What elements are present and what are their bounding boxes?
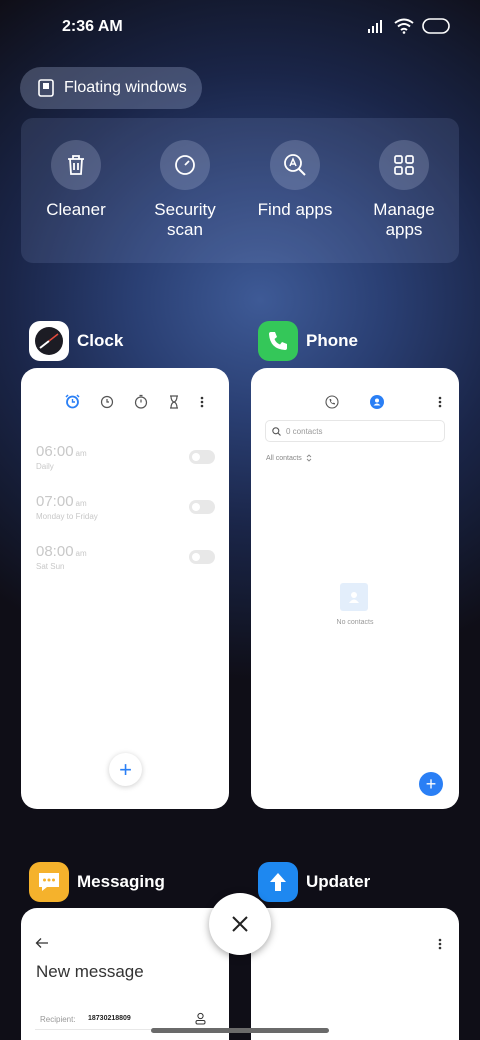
back-arrow-icon[interactable] <box>35 937 49 949</box>
phone-more-icon[interactable] <box>438 396 442 408</box>
alarm-time: 07:00 <box>36 493 74 510</box>
add-recipient-icon[interactable] <box>195 1012 206 1025</box>
phone-app-icon <box>258 321 298 361</box>
alarm-tab-icon[interactable] <box>65 394 80 409</box>
messaging-app-icon <box>29 862 69 902</box>
signal-icon <box>368 20 382 33</box>
floating-windows-button[interactable]: Floating windows <box>20 67 202 109</box>
clock-app-header[interactable]: Clock <box>29 321 123 361</box>
add-contact-button[interactable]: + <box>419 772 443 796</box>
alarm-repeat: Sat Sun <box>36 562 65 571</box>
contacts-search-placeholder: 0 contacts <box>286 426 323 436</box>
contacts-tab-icon[interactable] <box>370 395 384 409</box>
clear-all-button[interactable] <box>209 893 271 955</box>
quick-tools-panel: Cleaner Security scan Find apps Manage a… <box>21 118 459 263</box>
alarm-toggle[interactable] <box>189 500 215 514</box>
alarm-repeat: Daily <box>36 462 54 471</box>
updater-app-icon <box>258 862 298 902</box>
search-icon <box>272 426 281 436</box>
alarm-item[interactable]: 06:00 am Daily <box>36 443 87 471</box>
status-time: 2:36 AM <box>62 18 123 35</box>
updater-app-header[interactable]: Updater <box>258 862 370 902</box>
find-apps-label: Find apps <box>257 200 333 219</box>
clock-recent-card[interactable]: 06:00 am Daily 07:00 am Monday to Friday 0… <box>21 368 229 809</box>
stopwatch-tab-icon[interactable] <box>134 394 148 409</box>
contacts-filter-dropdown[interactable]: All contacts <box>266 454 312 462</box>
alarm-item[interactable]: 08:00 am Sat Sun <box>36 543 87 571</box>
messaging-app-header[interactable]: Messaging <box>29 862 165 902</box>
updater-more-icon[interactable] <box>438 938 442 950</box>
world-clock-tab-icon[interactable] <box>100 395 114 409</box>
trash-icon <box>68 155 84 175</box>
grid-icon <box>394 155 414 175</box>
messaging-app-title: Messaging <box>77 872 165 891</box>
cleaner-label: Cleaner <box>46 200 106 219</box>
updater-app-title: Updater <box>306 872 371 891</box>
speedometer-icon <box>175 155 195 175</box>
sort-arrows-icon <box>306 454 312 462</box>
find-apps-button[interactable]: Find apps <box>240 140 350 220</box>
alarm-ampm: am <box>75 549 87 558</box>
floating-window-icon <box>38 79 54 97</box>
clock-app-icon <box>29 321 69 361</box>
alarm-item[interactable]: 07:00 am Monday to Friday <box>36 493 98 521</box>
battery-icon <box>422 18 450 34</box>
empty-contacts-icon <box>340 583 368 611</box>
alarm-ampm: am <box>75 449 87 458</box>
contacts-filter-label: All contacts <box>266 454 302 462</box>
find-apps-icon <box>284 154 306 176</box>
updater-recent-card[interactable] <box>251 908 459 1040</box>
alarm-repeat: Monday to Friday <box>36 512 98 521</box>
empty-contacts-text: No contacts <box>336 619 374 626</box>
alarm-time: 08:00 <box>36 543 74 560</box>
timer-tab-icon[interactable] <box>168 394 180 409</box>
status-icons <box>368 18 450 34</box>
phone-recent-card[interactable]: 0 contacts All contacts No contacts + <box>251 368 459 809</box>
recents-tab-icon[interactable] <box>325 395 339 409</box>
new-message-heading: New message <box>36 962 144 981</box>
security-scan-button[interactable]: Security scan <box>130 140 240 240</box>
alarm-toggle[interactable] <box>189 550 215 564</box>
wifi-icon <box>394 18 414 34</box>
clock-more-icon[interactable] <box>200 396 204 408</box>
alarm-toggle[interactable] <box>189 450 215 464</box>
alarm-time: 06:00 <box>36 443 74 460</box>
clock-app-title: Clock <box>77 331 124 350</box>
alarm-ampm: am <box>75 499 87 508</box>
manage-apps-button[interactable]: Manage apps <box>349 140 459 240</box>
messaging-recent-card[interactable]: New message Recipient: 18730218809 <box>21 908 229 1040</box>
phone-app-header[interactable]: Phone <box>258 321 358 361</box>
phone-app-title: Phone <box>306 331 358 350</box>
security-scan-label: Security scan <box>154 200 216 239</box>
clock-tabs <box>65 394 204 409</box>
add-alarm-button[interactable]: + <box>109 753 142 786</box>
manage-apps-label: Manage apps <box>373 200 435 239</box>
contacts-search-field[interactable]: 0 contacts <box>265 420 445 442</box>
recipient-value[interactable]: 18730218809 <box>88 1015 131 1022</box>
floating-windows-label: Floating windows <box>64 79 187 96</box>
home-indicator[interactable] <box>151 1028 329 1033</box>
close-icon <box>232 916 248 932</box>
cleaner-button[interactable]: Cleaner <box>21 140 131 220</box>
recipient-label: Recipient: <box>40 1015 76 1024</box>
